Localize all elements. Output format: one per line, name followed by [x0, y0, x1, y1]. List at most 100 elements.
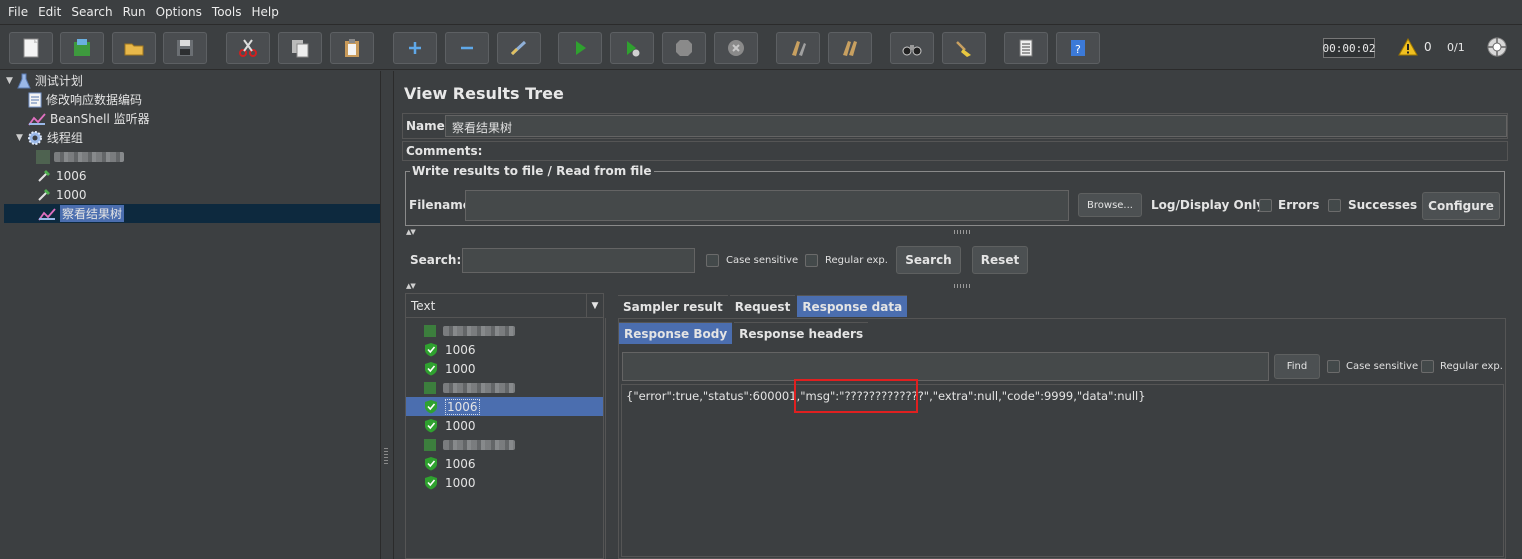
regex-checkbox[interactable] — [805, 254, 818, 267]
expand-button[interactable] — [393, 32, 437, 64]
reset-button[interactable]: Reset — [972, 246, 1028, 274]
elapsed-timer: 00:00:02 — [1323, 38, 1376, 58]
remote-status-icon[interactable] — [1486, 36, 1508, 58]
file-legend: Write results to file / Read from file — [410, 164, 654, 178]
clear-all-button[interactable] — [828, 32, 872, 64]
divider-arrows-icon[interactable]: ▲▼ — [406, 228, 416, 236]
pane-splitter[interactable] — [381, 71, 394, 559]
function-helper-button[interactable] — [1004, 32, 1048, 64]
list-item[interactable] — [406, 321, 603, 340]
success-shield-icon — [425, 457, 437, 471]
toggle-button[interactable] — [497, 32, 541, 64]
comments-row[interactable]: Comments: — [402, 141, 1508, 161]
tree-node-encode-processor[interactable]: 修改响应数据编码 — [28, 90, 142, 109]
menu-file[interactable]: File — [8, 5, 28, 19]
tree-node-sampler-redacted[interactable] — [36, 147, 124, 166]
list-item-label: 1006 — [445, 342, 476, 357]
sampler-icon — [424, 381, 436, 394]
paste-button[interactable] — [330, 32, 374, 64]
browse-button[interactable]: Browse... — [1078, 193, 1142, 217]
list-item[interactable] — [406, 378, 603, 397]
list-item[interactable]: 1000 — [406, 416, 603, 435]
save-button[interactable] — [163, 32, 207, 64]
templates-icon — [74, 39, 90, 56]
errors-checkbox[interactable] — [1259, 199, 1272, 212]
tree-node-1000[interactable]: 1000 — [36, 185, 87, 204]
binoculars-icon — [902, 45, 922, 56]
filename-input[interactable] — [465, 190, 1069, 221]
find-button[interactable]: Find — [1274, 354, 1320, 379]
list-icon — [1019, 39, 1033, 57]
renderer-value: Text — [411, 298, 436, 313]
dropdown-arrow-icon[interactable]: ▼ — [586, 294, 603, 318]
tree-node-test-plan[interactable]: ▼ 测试计划 — [6, 71, 83, 90]
case-sensitive-checkbox[interactable] — [706, 254, 719, 267]
list-scrollbar[interactable] — [605, 318, 613, 559]
collapse-arrow-icon[interactable]: ▼ — [6, 76, 13, 86]
stop-button[interactable] — [662, 32, 706, 64]
renderer-select[interactable]: Text ▼ — [406, 294, 603, 318]
list-item[interactable] — [406, 435, 603, 454]
list-item[interactable]: 1006 — [406, 454, 603, 473]
successes-checkbox[interactable] — [1328, 199, 1341, 212]
tab-response-body[interactable]: Response Body — [619, 322, 733, 344]
divider-grip[interactable] — [954, 230, 970, 234]
tree-node-view-results[interactable]: 察看结果树 — [4, 204, 380, 223]
clear-button[interactable] — [776, 32, 820, 64]
cut-button[interactable] — [226, 32, 270, 64]
new-button[interactable] — [9, 32, 53, 64]
tree-node-thread-group[interactable]: ▼ 线程组 — [16, 128, 83, 147]
list-item[interactable]: 1000 — [406, 359, 603, 378]
collapse-button[interactable] — [445, 32, 489, 64]
search-input[interactable] — [462, 248, 695, 273]
list-item-selected[interactable]: 1006 — [406, 397, 603, 416]
search-button[interactable]: Search — [896, 246, 961, 274]
tab-request[interactable]: Request — [729, 295, 796, 317]
warnings-indicator[interactable]: 0 — [1398, 38, 1432, 56]
start-button[interactable] — [558, 32, 602, 64]
success-shield-icon — [425, 476, 437, 490]
find-input[interactable] — [622, 352, 1269, 381]
help-button[interactable]: ? — [1056, 32, 1100, 64]
divider-arrows-icon[interactable]: ▲▼ — [406, 282, 416, 290]
menu-edit[interactable]: Edit — [38, 5, 61, 19]
templates-button[interactable] — [60, 32, 104, 64]
listener-chart-icon — [28, 112, 46, 126]
section-divider[interactable]: ▲▼ — [404, 282, 1508, 290]
shutdown-button[interactable] — [714, 32, 758, 64]
response-body-text[interactable]: {"error":true,"status":600001,"msg":"???… — [621, 379, 1504, 557]
name-input[interactable]: 察看结果树 — [445, 115, 1507, 137]
find-regex-label: Regular exp. — [1440, 361, 1503, 372]
tree-label: BeanShell 监听器 — [50, 112, 150, 126]
open-button[interactable] — [112, 32, 156, 64]
minus-icon — [461, 46, 473, 50]
copy-button[interactable] — [278, 32, 322, 64]
tab-response-headers[interactable]: Response headers — [734, 322, 869, 344]
menu-help[interactable]: Help — [251, 5, 278, 19]
menu-search[interactable]: Search — [71, 5, 112, 19]
reset-search-button[interactable] — [942, 32, 986, 64]
divider-grip[interactable] — [954, 284, 970, 288]
menu-run[interactable]: Run — [123, 5, 146, 19]
tab-sampler-result[interactable]: Sampler result — [618, 295, 728, 317]
list-item[interactable]: 1000 — [406, 473, 603, 492]
menu-tools[interactable]: Tools — [212, 5, 242, 19]
configure-button[interactable]: Configure — [1422, 192, 1500, 220]
find-button[interactable] — [890, 32, 934, 64]
success-shield-icon — [425, 419, 437, 433]
tree-node-beanshell[interactable]: BeanShell 监听器 — [28, 109, 150, 128]
tab-response-data[interactable]: Response data — [797, 295, 908, 317]
tree-node-1006[interactable]: 1006 — [36, 166, 87, 185]
section-divider[interactable]: ▲▼ — [404, 228, 1508, 236]
redacted-label — [54, 151, 124, 162]
start-no-pause-button[interactable] — [610, 32, 654, 64]
collapse-arrow-icon[interactable]: ▼ — [16, 133, 23, 143]
errors-label: Errors — [1278, 198, 1320, 212]
file-fieldset: Write results to file / Read from file F… — [405, 164, 1505, 226]
list-item[interactable]: 1006 — [406, 340, 603, 359]
find-regex-checkbox[interactable] — [1421, 360, 1434, 373]
sampler-icon — [424, 438, 436, 451]
find-case-checkbox[interactable] — [1327, 360, 1340, 373]
splitter-grip[interactable] — [384, 448, 388, 464]
menu-options[interactable]: Options — [156, 5, 202, 19]
